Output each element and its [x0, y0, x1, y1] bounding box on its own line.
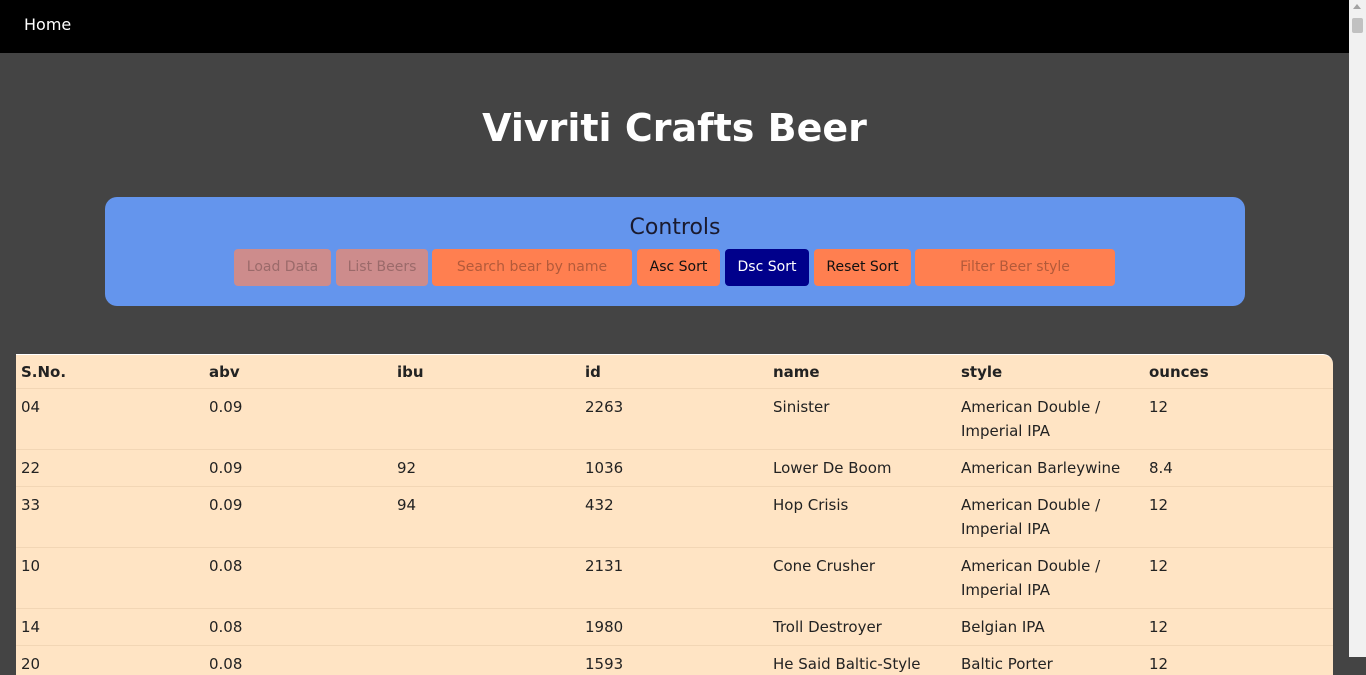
top-navbar: Home [0, 0, 1349, 53]
column-header: id [580, 355, 768, 389]
table-cell: 1593 [580, 646, 768, 675]
table-cell: 12 [1144, 548, 1333, 609]
table-cell: 0.08 [204, 609, 392, 646]
page-title: Vivriti Crafts Beer [0, 100, 1349, 156]
table-row: 10 0.08 2131 Cone Crusher American Doubl… [16, 548, 1333, 609]
table-row: 04 0.09 2263 Sinister American Double / … [16, 389, 1333, 450]
asc-sort-button[interactable]: Asc Sort [637, 249, 720, 286]
table-cell: 2263 [580, 389, 768, 450]
table-cell: 2131 [580, 548, 768, 609]
table-cell: 8.4 [1144, 450, 1333, 487]
list-beers-button[interactable]: List Beers [336, 249, 428, 286]
table-cell: 94 [392, 487, 580, 548]
load-data-button[interactable]: Load Data [234, 249, 331, 286]
nav-home-link[interactable]: Home [24, 15, 71, 35]
table-cell: 10 [16, 548, 204, 609]
table-cell: Troll Destroyer [768, 609, 956, 646]
scrollbar-thumb[interactable] [1352, 18, 1363, 33]
column-header: ounces [1144, 355, 1333, 389]
table-cell: 432 [580, 487, 768, 548]
table-cell [392, 548, 580, 609]
table-cell: 0.09 [204, 450, 392, 487]
table-cell: 22 [16, 450, 204, 487]
table-cell: 20 [16, 646, 204, 675]
table-cell [392, 646, 580, 675]
table-cell: American Double / Imperial IPA [956, 389, 1144, 450]
table-cell: 12 [1144, 646, 1333, 675]
table-row: 14 0.08 1980 Troll Destroyer Belgian IPA… [16, 609, 1333, 646]
table-cell: Cone Crusher [768, 548, 956, 609]
table-row: 20 0.08 1593 He Said Baltic-Style Baltic… [16, 646, 1333, 675]
page-scrollbar[interactable] [1349, 0, 1366, 657]
table-cell: American Barleywine [956, 450, 1144, 487]
filter-style-input[interactable] [915, 249, 1115, 286]
table-cell: 12 [1144, 389, 1333, 450]
search-name-input[interactable] [432, 249, 632, 286]
table-cell: 0.09 [204, 389, 392, 450]
table-cell: 33 [16, 487, 204, 548]
table-cell: 12 [1144, 609, 1333, 646]
table-cell: Hop Crisis [768, 487, 956, 548]
table-cell: 14 [16, 609, 204, 646]
controls-title: Controls [105, 213, 1245, 243]
controls-panel: Controls Load Data List Beers Asc Sort D… [105, 197, 1245, 306]
table-cell: He Said Baltic-Style [768, 646, 956, 675]
table-cell: Baltic Porter [956, 646, 1144, 675]
scroll-up-arrow-icon[interactable] [1353, 4, 1361, 9]
table-cell: Lower De Boom [768, 450, 956, 487]
reset-sort-button[interactable]: Reset Sort [814, 249, 911, 286]
table-row: 33 0.09 94 432 Hop Crisis American Doubl… [16, 487, 1333, 548]
table-cell: American Double / Imperial IPA [956, 548, 1144, 609]
column-header: ibu [392, 355, 580, 389]
column-header: S.No. [16, 355, 204, 389]
table-cell: American Double / Imperial IPA [956, 487, 1144, 548]
column-header: name [768, 355, 956, 389]
beer-table-container: S.No. abv ibu id name style ounces 04 0.… [16, 354, 1333, 675]
table-cell: 1980 [580, 609, 768, 646]
table-cell: 04 [16, 389, 204, 450]
table-cell [392, 609, 580, 646]
table-cell: 0.08 [204, 646, 392, 675]
table-cell: 12 [1144, 487, 1333, 548]
table-cell: 0.09 [204, 487, 392, 548]
table-cell: 1036 [580, 450, 768, 487]
table-header-row: S.No. abv ibu id name style ounces [16, 355, 1333, 389]
table-cell: 92 [392, 450, 580, 487]
table-cell [392, 389, 580, 450]
table-cell: 0.08 [204, 548, 392, 609]
table-row: 22 0.09 92 1036 Lower De Boom American B… [16, 450, 1333, 487]
column-header: abv [204, 355, 392, 389]
column-header: style [956, 355, 1144, 389]
table-cell: Sinister [768, 389, 956, 450]
dsc-sort-button[interactable]: Dsc Sort [725, 249, 809, 286]
beer-table: S.No. abv ibu id name style ounces 04 0.… [16, 355, 1333, 675]
table-cell: Belgian IPA [956, 609, 1144, 646]
